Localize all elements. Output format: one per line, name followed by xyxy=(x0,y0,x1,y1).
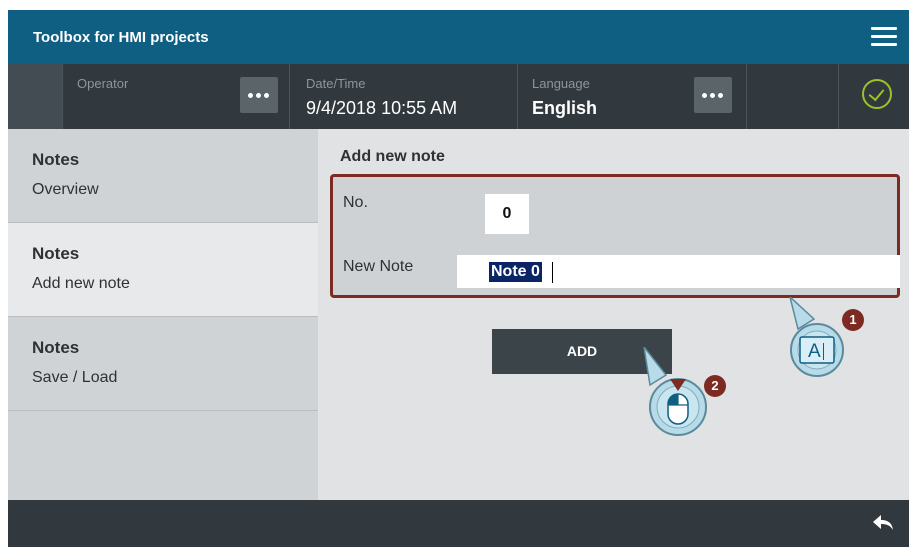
callout-badge-1: 1 xyxy=(842,309,864,331)
sidebar-item-subtitle: Overview xyxy=(32,181,99,198)
datetime-label: Date/Time xyxy=(306,76,366,91)
mouse-click-icon xyxy=(668,394,688,424)
title-bar: Toolbox for HMI projects xyxy=(8,10,909,64)
text-caret xyxy=(552,262,553,283)
note-form-highlight: No. New Note Note 0 xyxy=(330,174,900,298)
operator-more-button[interactable] xyxy=(240,77,278,113)
sidebar-item-subtitle: Save / Load xyxy=(32,369,118,386)
text-cursor-glyph xyxy=(823,343,824,360)
section-title: Add new note xyxy=(340,148,445,165)
operator-panel: Operator xyxy=(62,64,290,129)
sidebar-item-save-load[interactable]: Notes Save / Load xyxy=(8,317,318,411)
footer-bar xyxy=(8,500,909,547)
sidebar: Notes Overview Notes Add new note Notes … xyxy=(8,129,318,500)
menu-icon[interactable] xyxy=(871,27,897,47)
callout-mouse-click: 2 xyxy=(638,347,728,442)
language-value: English xyxy=(532,98,598,118)
check-circle-icon[interactable] xyxy=(862,79,892,109)
number-label: No. xyxy=(343,194,368,211)
sidebar-item-title: Notes xyxy=(32,150,80,169)
hmi-screen: Toolbox for HMI projects Operator Date/T… xyxy=(8,10,909,547)
language-panel: Language English xyxy=(517,64,747,129)
callout-text-input: A 1 xyxy=(784,297,874,379)
number-field[interactable] xyxy=(485,194,529,234)
note-input[interactable]: Note 0 xyxy=(457,255,900,288)
status-bar: Operator Date/Time 9/4/2018 10:55 AM Lan… xyxy=(8,64,909,129)
callout-badge-2: 2 xyxy=(704,375,726,397)
back-arrow-icon[interactable] xyxy=(871,513,895,533)
datetime-value: 9/4/2018 10:55 AM xyxy=(306,98,458,118)
sidebar-item-subtitle: Add new note xyxy=(32,275,130,292)
user-slot xyxy=(8,64,63,129)
text-input-icon: A xyxy=(808,341,821,362)
note-input-selected-text: Note 0 xyxy=(489,262,542,282)
sidebar-item-title: Notes xyxy=(32,338,80,357)
sidebar-item-title: Notes xyxy=(32,244,80,263)
sidebar-item-add-new-note[interactable]: Notes Add new note xyxy=(8,223,318,317)
note-label: New Note xyxy=(343,258,414,275)
datetime-panel: Date/Time 9/4/2018 10:55 AM xyxy=(289,64,518,129)
sidebar-item-overview[interactable]: Notes Overview xyxy=(8,129,318,223)
app-title: Toolbox for HMI projects xyxy=(33,29,209,46)
operator-label: Operator xyxy=(77,76,129,91)
status-spacer xyxy=(746,64,839,129)
language-label: Language xyxy=(532,76,590,91)
language-more-button[interactable] xyxy=(694,77,732,113)
